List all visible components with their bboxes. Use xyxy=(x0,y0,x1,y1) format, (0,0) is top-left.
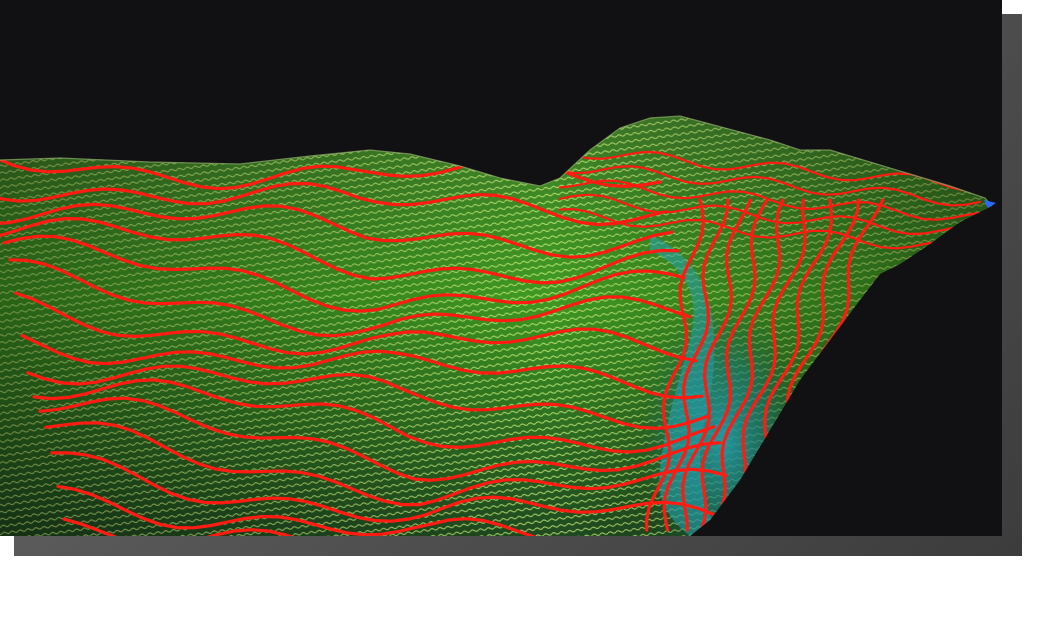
terrain-figure xyxy=(0,0,1002,536)
terrain-render xyxy=(0,115,996,536)
page xyxy=(0,0,1040,638)
terrain-surface xyxy=(0,116,992,536)
